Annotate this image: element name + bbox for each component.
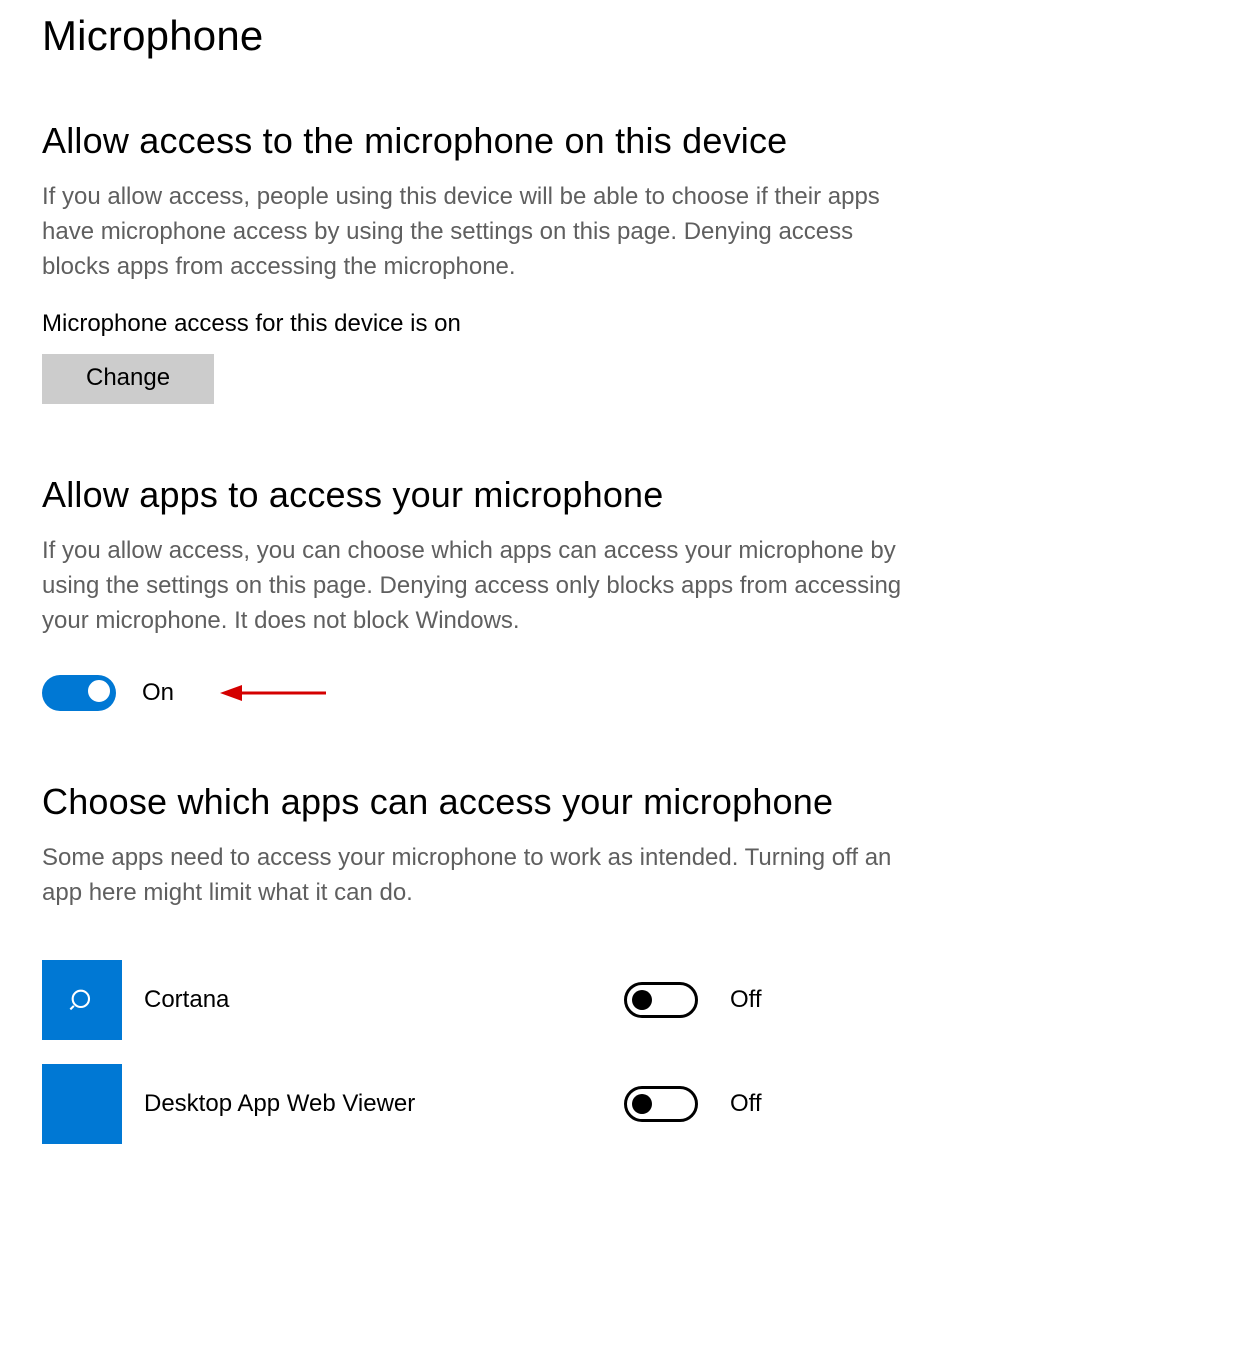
choose-apps-heading: Choose which apps can access your microp… — [42, 781, 1214, 823]
desktop-app-web-viewer-icon — [42, 1064, 122, 1144]
toggle-knob — [88, 680, 110, 702]
allow-apps-description: If you allow access, you can choose whic… — [42, 534, 912, 638]
allow-apps-heading: Allow apps to access your microphone — [42, 474, 1214, 516]
section-choose-apps: Choose which apps can access your microp… — [42, 781, 1214, 1145]
device-access-heading: Allow access to the microphone on this d… — [42, 120, 1214, 162]
toggle-knob — [632, 1094, 652, 1114]
annotation-arrow-icon — [218, 679, 328, 707]
page-title: Microphone — [42, 12, 1214, 60]
device-access-status: Microphone access for this device is on — [42, 310, 1214, 338]
toggle-knob — [632, 990, 652, 1010]
allow-apps-toggle-label: On — [142, 679, 174, 707]
app-row-desktop-app-web-viewer: Desktop App Web Viewer Off — [42, 1064, 1214, 1144]
desktop-app-web-viewer-toggle-label: Off — [730, 1090, 762, 1118]
cortana-toggle-label: Off — [730, 986, 762, 1014]
app-name-label: Cortana — [144, 986, 624, 1014]
device-access-description: If you allow access, people using this d… — [42, 180, 912, 284]
cortana-toggle[interactable] — [624, 982, 698, 1018]
app-list: Cortana Off Desktop App Web Viewer Off — [42, 960, 1214, 1144]
allow-apps-toggle[interactable] — [42, 675, 116, 711]
desktop-app-web-viewer-toggle[interactable] — [624, 1086, 698, 1122]
section-device-access: Allow access to the microphone on this d… — [42, 120, 1214, 404]
choose-apps-description: Some apps need to access your microphone… — [42, 841, 912, 911]
app-name-label: Desktop App Web Viewer — [144, 1090, 624, 1118]
allow-apps-toggle-row: On — [42, 675, 1214, 711]
section-allow-apps: Allow apps to access your microphone If … — [42, 474, 1214, 710]
cortana-icon — [42, 960, 122, 1040]
change-button[interactable]: Change — [42, 354, 214, 404]
app-row-cortana: Cortana Off — [42, 960, 1214, 1040]
